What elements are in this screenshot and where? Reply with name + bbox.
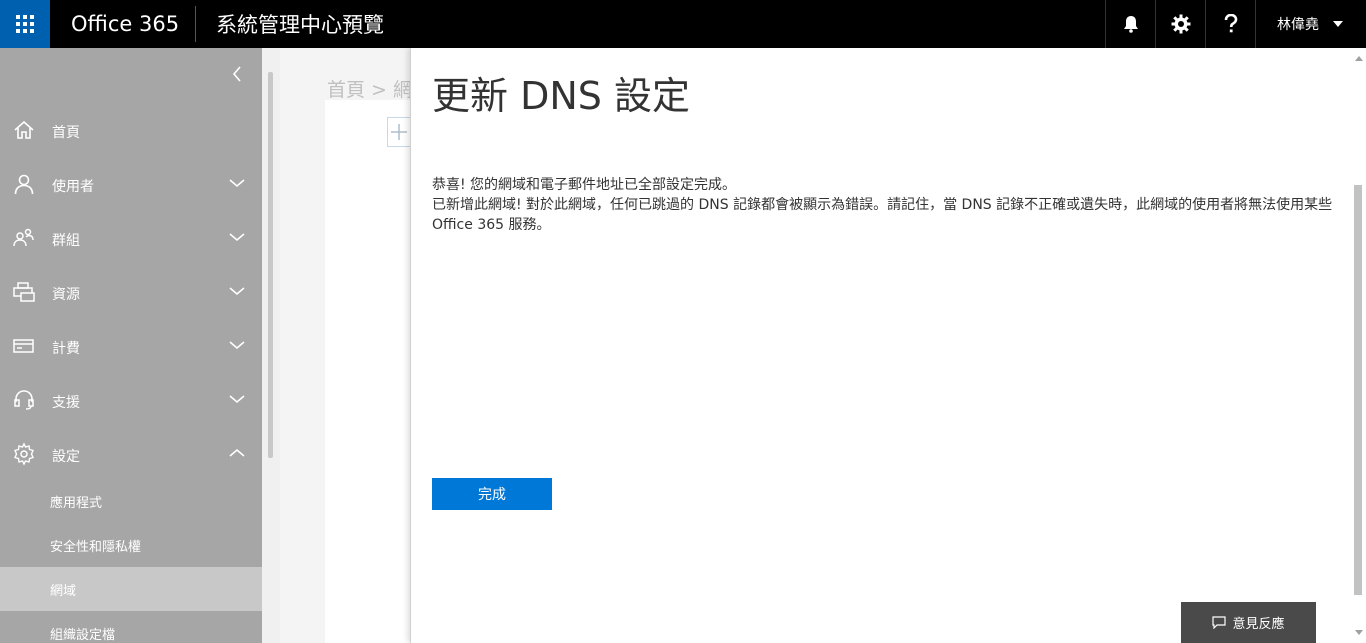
user-name: 林偉堯	[1277, 17, 1319, 33]
gear-icon	[14, 442, 34, 466]
headset-icon	[14, 390, 34, 410]
app-launcher-button[interactable]	[0, 0, 50, 48]
breadcrumb: 首頁 > 網域	[327, 79, 411, 101]
printer-icon	[13, 282, 35, 302]
sidebar-nav: 首頁 使用者 群組 資源 計費 支援 設定 應用程式 安全性和隱私權 網域 組織…	[0, 48, 262, 643]
sidebar-subitem-apps[interactable]: 應用程式	[0, 479, 262, 523]
sidebar-item-label: 設定	[52, 449, 80, 465]
group-icon	[13, 228, 34, 247]
sidebar-item-support[interactable]: 支援	[0, 374, 262, 428]
collapse-nav-icon[interactable]	[229, 62, 245, 86]
comment-icon	[1212, 616, 1227, 629]
sidebar-item-home[interactable]: 首頁	[0, 104, 262, 158]
user-menu[interactable]: 林偉堯	[1255, 0, 1366, 48]
sidebar-scrollbar[interactable]	[262, 48, 280, 643]
panel-scrollbar[interactable]	[1351, 48, 1366, 643]
sidebar-item-label: 支援	[52, 395, 80, 411]
settings-button[interactable]	[1155, 0, 1206, 48]
notifications-button[interactable]	[1105, 0, 1156, 48]
add-domain-button[interactable]	[387, 117, 411, 147]
scroll-down-icon[interactable]	[1355, 630, 1363, 635]
sidebar-subitem-label: 應用程式	[50, 496, 103, 511]
scroll-up-icon[interactable]	[1355, 56, 1363, 61]
user-icon	[14, 174, 34, 195]
chevron-down-icon	[229, 395, 245, 404]
sidebar-item-label: 使用者	[52, 179, 94, 195]
bell-icon	[1124, 16, 1138, 33]
sidebar-item-label: 首頁	[52, 125, 80, 141]
home-icon	[14, 120, 34, 139]
success-message: 恭喜! 您的網域和電子郵件地址已全部設定完成。	[432, 177, 737, 193]
scrollbar-thumb[interactable]	[1354, 185, 1362, 595]
brand-logo[interactable]: Office 365	[71, 0, 179, 48]
card-icon	[13, 339, 34, 353]
panel-title: 更新 DNS 設定	[432, 74, 690, 118]
sidebar-subitem-domains[interactable]: 網域	[0, 567, 262, 611]
update-dns-panel: 更新 DNS 設定 恭喜! 您的網域和電子郵件地址已全部設定完成。 已新增此網域…	[410, 48, 1366, 643]
sidebar-subitem-label: 網域	[50, 584, 77, 599]
sidebar-item-label: 資源	[52, 287, 80, 303]
chevron-down-icon	[229, 287, 245, 296]
gear-icon	[1171, 14, 1191, 34]
plus-icon	[391, 124, 407, 140]
sidebar-item-settings[interactable]: 設定	[0, 428, 262, 482]
brand-divider	[195, 6, 196, 42]
background-card	[325, 100, 411, 643]
sidebar-subitem-org-profile[interactable]: 組織設定檔	[0, 611, 262, 643]
feedback-button[interactable]: 意見反應	[1181, 602, 1316, 643]
sidebar-item-label: 群組	[52, 233, 80, 249]
app-title: 系統管理中心預覽	[216, 13, 384, 37]
sidebar-subitem-label: 安全性和隱私權	[50, 540, 142, 555]
top-bar: Office 365 系統管理中心預覽 林偉堯	[0, 0, 1366, 48]
chevron-down-icon	[229, 233, 245, 242]
app-launcher-icon	[16, 15, 34, 33]
sidebar-item-resources[interactable]: 資源	[0, 266, 262, 320]
panel-message: 恭喜! 您的網域和電子郵件地址已全部設定完成。 已新增此網域! 對於此網域，任何…	[432, 175, 1342, 235]
help-icon	[1224, 14, 1238, 33]
sidebar-item-billing[interactable]: 計費	[0, 320, 262, 374]
caret-down-icon	[1333, 21, 1343, 27]
sidebar-item-users[interactable]: 使用者	[0, 158, 262, 212]
done-button[interactable]: 完成	[432, 478, 552, 510]
help-button[interactable]	[1205, 0, 1256, 48]
sidebar-item-groups[interactable]: 群組	[0, 212, 262, 266]
chevron-down-icon	[229, 179, 245, 188]
sidebar-subitem-label: 組織設定檔	[50, 628, 116, 643]
sidebar-item-label: 計費	[52, 341, 80, 357]
dns-warning-message: 已新增此網域! 對於此網域，任何已跳過的 DNS 記錄都會被顯示為錯誤。請記住，…	[432, 197, 1333, 233]
chevron-down-icon	[229, 341, 245, 350]
feedback-label: 意見反應	[1232, 617, 1285, 632]
sidebar-subitem-security-privacy[interactable]: 安全性和隱私權	[0, 523, 262, 567]
chevron-up-icon	[229, 448, 245, 457]
scrollbar-thumb[interactable]	[268, 72, 273, 458]
